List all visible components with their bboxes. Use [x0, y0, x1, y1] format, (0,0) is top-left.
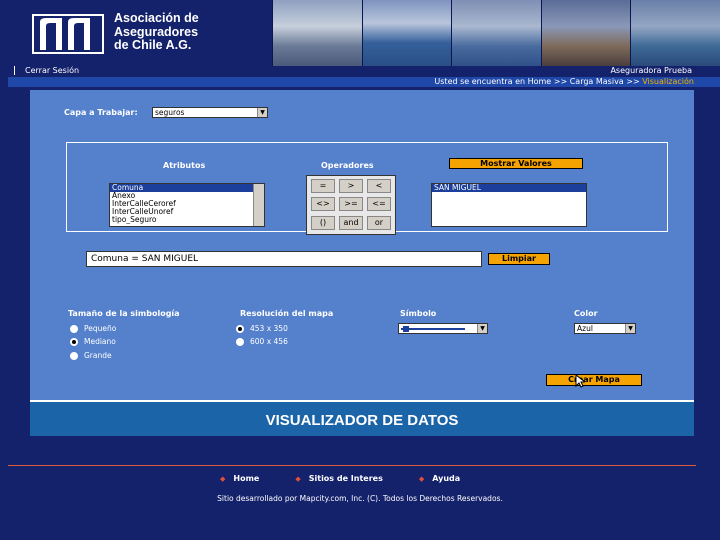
footer-link-home[interactable]: ◆ Home	[220, 474, 259, 483]
valor-option[interactable]: SAN MIGUEL	[432, 184, 586, 192]
org-name-line-2: Aseguradores	[114, 24, 199, 39]
mostrar-valores-button[interactable]: Mostrar Valores	[449, 158, 583, 169]
radio-icon[interactable]	[70, 351, 78, 360]
org-name-line-3: de Chile A.G.	[114, 38, 192, 52]
tamano-option[interactable]: Mediano	[70, 337, 116, 346]
mouse-cursor-icon	[575, 374, 585, 388]
operator-button[interactable]: >	[339, 179, 363, 193]
operator-button[interactable]: ()	[311, 216, 335, 230]
visualizer-banner: VISUALIZADOR DE DATOS	[30, 400, 694, 436]
operator-button[interactable]: and	[339, 216, 363, 230]
radio-selected-icon[interactable]	[236, 324, 244, 333]
bullet-icon: ◆	[220, 474, 226, 483]
layer-select-value: seguros	[155, 108, 185, 117]
footer-link-ayuda[interactable]: ◆ Ayuda	[419, 474, 460, 483]
operadores-label: Operadores	[321, 161, 374, 170]
header-photo-5	[630, 0, 720, 66]
operator-button[interactable]: <	[367, 179, 391, 193]
query-field[interactable]: Comuna = SAN MIGUEL	[86, 251, 482, 267]
layer-label: Capa a Trabajar:	[64, 108, 138, 117]
header-photo-3	[451, 0, 541, 66]
footer-link-label[interactable]: Home	[233, 474, 259, 483]
atributos-scrollbar[interactable]	[253, 184, 264, 226]
symbol-preview-icon	[401, 326, 465, 332]
simbolo-label: Símbolo	[400, 309, 437, 318]
radio-selected-icon[interactable]	[70, 337, 78, 346]
atributo-option[interactable]: tipo_Seguro	[110, 216, 264, 224]
atributo-option[interactable]: InterCalleCeroref	[110, 200, 264, 208]
radio-icon[interactable]	[236, 337, 244, 346]
logout-link[interactable]: Cerrar Sesión	[14, 66, 79, 75]
footer-link-label[interactable]: Ayuda	[432, 474, 460, 483]
resolucion-option[interactable]: 600 x 456	[236, 337, 288, 346]
radio-icon[interactable]	[70, 324, 78, 333]
header-photo-2	[361, 0, 452, 66]
user-name: Aseguradora Prueba	[610, 66, 692, 75]
operator-button[interactable]: <=	[367, 197, 391, 211]
atributo-option[interactable]: Comuna	[110, 184, 264, 192]
banner-title: VISUALIZADOR DE DATOS	[265, 412, 459, 429]
crear-mapa-button[interactable]: Crear Mapa	[546, 374, 642, 386]
resolucion-option-label: 453 x 350	[250, 324, 288, 333]
operator-button[interactable]: <>	[311, 197, 335, 211]
footer-nav: ◆ Home ◆ Sitios de Interes ◆ Ayuda	[220, 474, 460, 483]
chevron-down-icon[interactable]: ▼	[257, 108, 267, 117]
breadcrumb-current: Visualización	[642, 77, 694, 86]
tamano-option-label: Grande	[84, 351, 112, 360]
chevron-down-icon[interactable]: ▼	[625, 324, 635, 333]
breadcrumb: Usted se encuentra en Home >> Carga Masi…	[434, 77, 694, 86]
footer-link-label[interactable]: Sitios de Interes	[309, 474, 383, 483]
breadcrumb-path: Usted se encuentra en Home >> Carga Masi…	[434, 77, 643, 86]
resolucion-option[interactable]: 453 x 350	[236, 324, 288, 333]
tamano-option-label: Mediano	[84, 337, 116, 346]
simbolo-select[interactable]: ▼	[398, 323, 488, 334]
color-label: Color	[574, 309, 598, 318]
footer-link-sitios[interactable]: ◆ Sitios de Interes	[295, 474, 383, 483]
limpiar-button[interactable]: Limpiar	[488, 253, 550, 265]
chevron-down-icon[interactable]: ▼	[477, 324, 487, 333]
query-panel: Capa a Trabajar: seguros ▼ Atributos Ope…	[30, 90, 694, 400]
atributo-option[interactable]: Anexo	[110, 192, 264, 200]
site-header: Asociación de Aseguradores de Chile A.G.	[0, 0, 720, 66]
operator-button[interactable]: >=	[339, 197, 363, 211]
tamano-option[interactable]: Grande	[70, 351, 112, 360]
operators-grid: = > < <> >= <= () and or	[306, 175, 396, 235]
copyright-text: Sitio desarrollado por Mapcity.com, Inc.…	[217, 494, 503, 503]
bullet-icon: ◆	[295, 474, 301, 483]
resolucion-option-label: 600 x 456	[250, 337, 288, 346]
color-select-value: Azul	[577, 324, 593, 333]
tamano-option-label: Pequeño	[84, 324, 117, 333]
operator-button[interactable]: or	[367, 216, 391, 230]
header-photo-strip	[272, 0, 720, 66]
atributos-label: Atributos	[163, 161, 206, 170]
valores-listbox[interactable]: SAN MIGUEL	[431, 183, 587, 227]
bullet-icon: ◆	[418, 474, 425, 483]
tamano-option[interactable]: Pequeño	[70, 324, 116, 333]
operator-button[interactable]: =	[311, 179, 335, 193]
aach-logo-icon	[32, 14, 104, 54]
header-photo-4	[540, 0, 631, 66]
organization-name: Asociación de Aseguradores de Chile A.G.	[114, 11, 199, 53]
color-select[interactable]: Azul ▼	[574, 323, 636, 334]
tamano-label: Tamaño de la simbología	[68, 309, 180, 318]
org-name-line-1: Asociación de	[114, 11, 199, 25]
layer-select[interactable]: seguros ▼	[152, 107, 268, 118]
resolucion-label: Resolución del mapa	[240, 309, 334, 318]
header-photo-1	[272, 0, 362, 66]
atributos-listbox[interactable]: Comuna Anexo InterCalleCeroref InterCall…	[109, 183, 265, 227]
footer-divider	[8, 465, 696, 466]
atributo-option[interactable]: InterCalleUnoref	[110, 208, 264, 216]
